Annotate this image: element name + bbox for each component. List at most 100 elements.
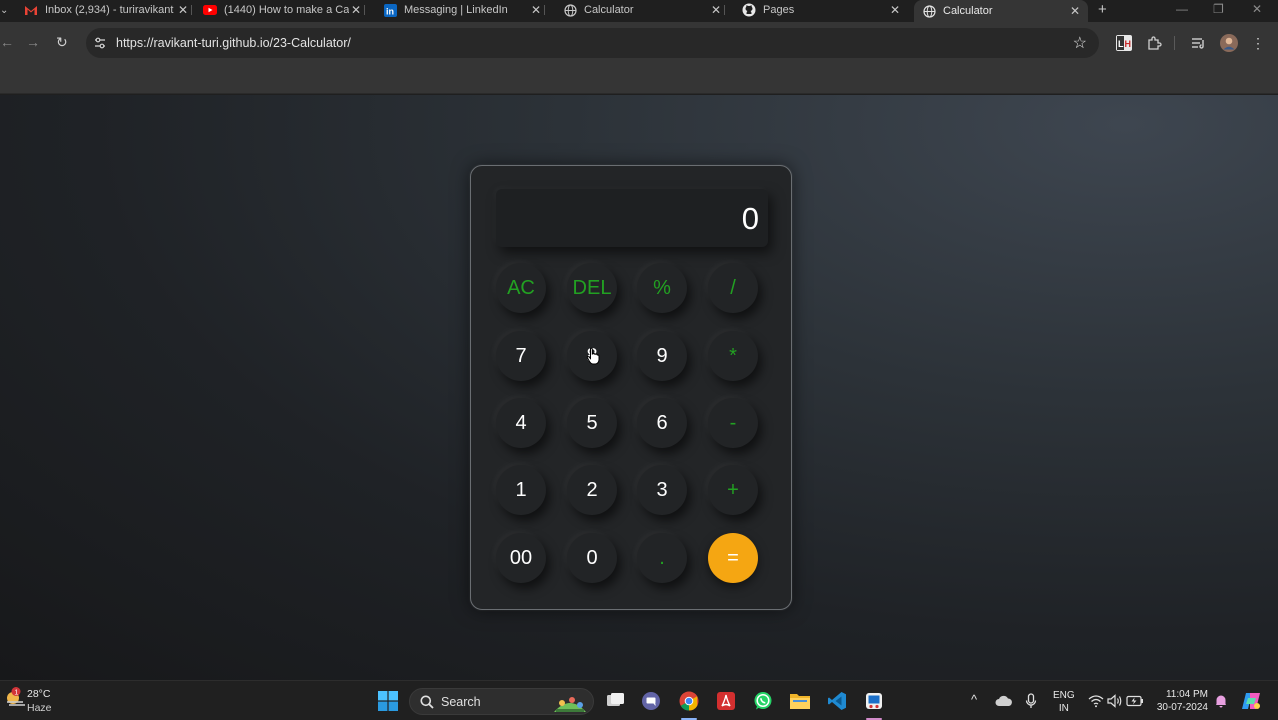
system-clock[interactable]: 11:04 PM 30-07-2024 [1152,688,1208,714]
digit-2-button[interactable]: 2 [567,465,617,515]
bookmark-star-icon[interactable]: ☆ [1073,33,1087,53]
bookmarks-bar [0,64,1278,94]
gmail-icon [24,3,38,17]
menu-kebab-icon[interactable]: ⋮ [1251,34,1265,52]
media-controls-icon[interactable] [1190,34,1208,52]
restore-icon[interactable]: ❐ [1213,2,1224,16]
close-icon[interactable]: ✕ [176,3,190,17]
url-text[interactable]: https://ravikant-turi.github.io/23-Calcu… [116,36,351,50]
weather-widget[interactable]: 1 28°C Haze [4,687,52,714]
youtube-icon [203,3,217,17]
digit-9-button[interactable]: 9 [637,331,687,381]
svg-text:in: in [386,6,394,16]
extensions-puzzle-icon[interactable] [1145,34,1163,52]
tab-title: Calculator [584,4,634,16]
taskbar-search[interactable]: Search [409,688,594,715]
windows-taskbar: 1 28°C Haze Search ^ ENG IN 11:04 PM 30-… [0,680,1278,720]
minimize-icon[interactable]: — [1176,2,1188,16]
close-icon[interactable]: ✕ [1068,4,1082,18]
digit-0-button[interactable]: 0 [567,533,617,583]
svg-text:L: L [1118,39,1124,49]
profile-avatar[interactable] [1220,34,1238,52]
tab-title: Inbox (2,934) - turiravikant [45,4,174,16]
close-icon[interactable]: ✕ [709,3,723,17]
multiply-button[interactable]: * [708,331,758,381]
language-indicator[interactable]: ENG IN [1053,689,1075,715]
tab-title: (1440) How to make a Calc [224,4,349,16]
tab-calculator-active[interactable]: Calculator ✕ [914,0,1088,22]
clock-date: 30-07-2024 [1156,702,1208,713]
page-background: 0 ACDEL%/789*456-123+000.= [0,95,1278,680]
linkedin-icon: in [383,3,397,17]
search-highlight-icon [550,692,590,719]
subtract-button[interactable]: - [708,398,758,448]
all-clear-button[interactable]: AC [496,263,546,313]
address-bar[interactable]: https://ravikant-turi.github.io/23-Calcu… [86,28,1099,58]
search-icon [420,695,434,714]
site-settings-icon[interactable] [93,36,107,50]
task-view-icon[interactable] [604,689,628,713]
tab-scroll-left[interactable]: ⌄ [0,0,14,20]
search-label: Search [441,695,481,709]
extension-lh-icon[interactable]: LH [1116,34,1132,52]
add-button[interactable]: + [708,465,758,515]
divide-button[interactable]: / [708,263,758,313]
tab-strip: ⌄ Inbox (2,934) - turiravikant ✕ (1440) … [0,0,1278,22]
delete-button[interactable]: DEL [567,263,617,313]
chrome-icon[interactable] [677,689,701,713]
haze-weather-icon: 1 [7,687,25,706]
digit-3-button[interactable]: 3 [637,465,687,515]
globe-icon [563,3,577,17]
tab-gmail[interactable]: Inbox (2,934) - turiravikant ✕ [24,0,192,20]
equals-button[interactable]: = [708,533,758,583]
onedrive-cloud-icon[interactable] [992,689,1016,713]
battery-charging-icon[interactable] [1123,689,1147,713]
notification-bell-icon[interactable] [1209,689,1233,713]
tab-calculator[interactable]: Calculator ✕ [563,0,725,20]
file-explorer-icon[interactable] [788,689,812,713]
digit-4-button[interactable]: 4 [496,398,546,448]
globe-icon [922,4,936,18]
windows-start-icon[interactable] [376,689,400,713]
tab-title: Pages [763,4,795,16]
weather-badge: 1 [14,690,18,697]
digit-5-button[interactable]: 5 [567,398,617,448]
calculator-display: 0 [496,189,768,247]
tab-linkedin[interactable]: in Messaging | LinkedIn ✕ [383,0,545,20]
acrobat-icon[interactable] [714,689,738,713]
clock-time: 11:04 PM [1165,689,1208,700]
copilot-icon[interactable] [1239,689,1263,713]
reload-icon[interactable]: ↻ [56,34,68,51]
tab-title: Calculator [943,5,993,17]
tab-pages[interactable]: Pages ✕ [742,0,902,20]
tab-title: Messaging | LinkedIn [404,4,508,16]
percent-button[interactable]: % [637,263,687,313]
calculator: 0 ACDEL%/789*456-123+000.= [470,165,792,610]
digit-7-button[interactable]: 7 [496,331,546,381]
hand-cursor-icon [586,347,600,365]
language-code: ENG [1053,690,1075,701]
vscode-icon[interactable] [825,689,849,713]
close-icon[interactable]: ✕ [349,3,363,17]
microphone-icon[interactable] [1019,689,1043,713]
chevron-down-icon: ⌄ [0,4,9,16]
back-icon[interactable]: ← [0,34,14,50]
window-close-icon[interactable]: ✕ [1252,2,1262,16]
forward-icon[interactable]: → [26,34,40,50]
svg-text:H: H [1125,39,1132,49]
snipping-tool-icon[interactable] [862,689,886,713]
weather-temp: 28°C [27,688,51,700]
browser-toolbar: ← → ↻ https://ravikant-turi.github.io/23… [0,22,1278,64]
close-icon[interactable]: ✕ [529,3,543,17]
show-hidden-icons-chevron-icon[interactable]: ^ [971,692,977,707]
digit-1-button[interactable]: 1 [496,465,546,515]
double-zero-button[interactable]: 00 [496,533,546,583]
teams-chat-icon[interactable] [639,689,663,713]
new-tab-button[interactable]: + [1098,1,1107,18]
decimal-button[interactable]: . [637,533,687,583]
digit-6-button[interactable]: 6 [637,398,687,448]
weather-condition: Haze [27,702,52,714]
whatsapp-icon[interactable] [751,689,775,713]
close-icon[interactable]: ✕ [888,3,902,17]
tab-youtube[interactable]: (1440) How to make a Calc ✕ [203,0,365,20]
